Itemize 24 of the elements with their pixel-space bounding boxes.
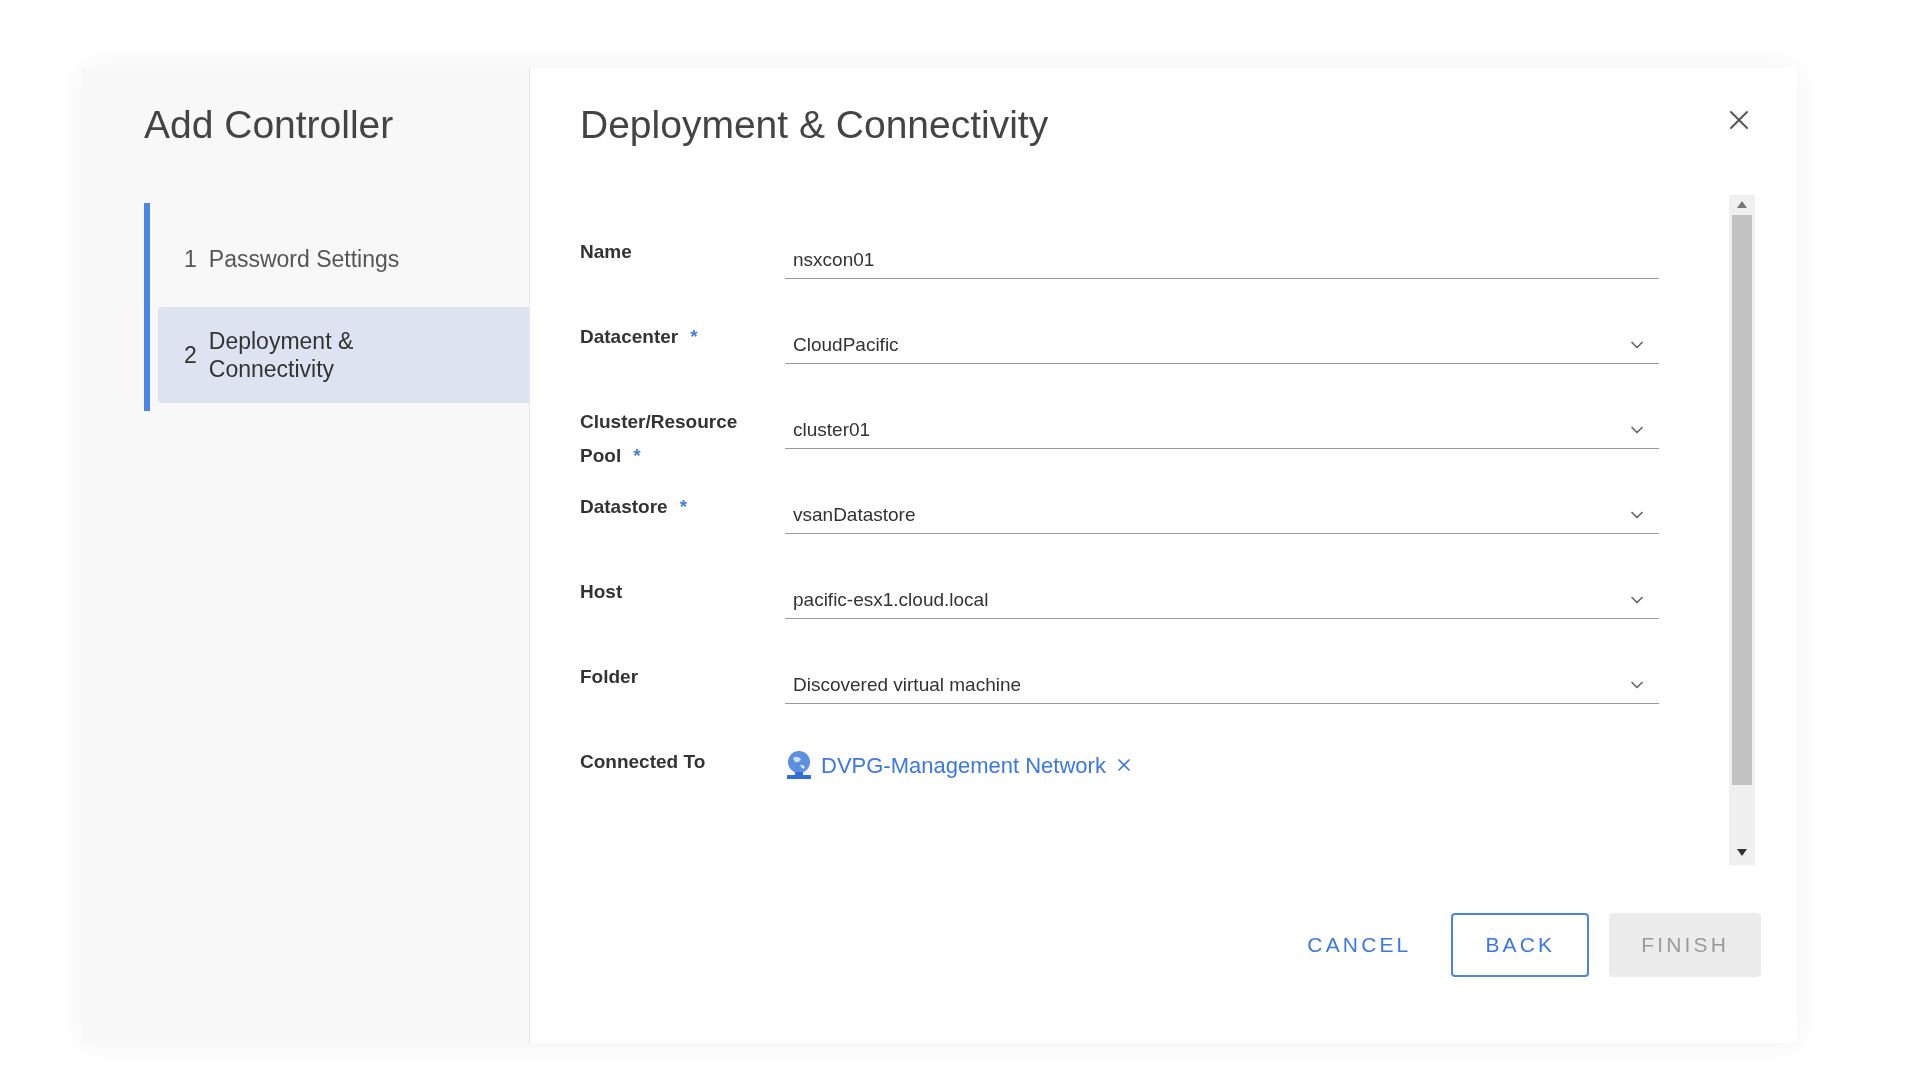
wizard-step[interactable]: 1 Password Settings	[158, 210, 529, 307]
select-field[interactable]: CloudPacific	[785, 327, 1659, 364]
scroll-up-icon[interactable]	[1737, 201, 1747, 208]
select-field[interactable]: vsanDatastore	[785, 497, 1659, 534]
field-label: Host	[580, 579, 623, 604]
field-label: Folder	[580, 664, 639, 689]
input-field[interactable]: nsxcon01	[785, 242, 1659, 279]
select-field[interactable]: Discovered virtual machine	[785, 667, 1659, 704]
field-label: Datastore *	[580, 494, 688, 519]
field-label: Cluster/Resource Pool *	[580, 409, 739, 468]
page-title: Deployment & Connectivity	[580, 102, 1049, 148]
field-label: Datacenter *	[580, 324, 698, 349]
scroll-thumb[interactable]	[1732, 214, 1752, 785]
scroll-down-icon[interactable]	[1737, 849, 1747, 856]
select-field[interactable]: cluster01	[785, 412, 1659, 449]
dialog-button[interactable]: BACK	[1451, 912, 1590, 977]
network-globe-icon	[785, 750, 813, 780]
scrollbar[interactable]	[1729, 194, 1755, 865]
field-label: Connected To	[580, 749, 706, 774]
select-field[interactable]: pacific-esx1.cloud.local	[785, 582, 1659, 619]
network-link[interactable]: DVPG-Management Network	[821, 748, 1106, 782]
wizard-title: Add Controller	[143, 102, 395, 148]
field-label: Name	[580, 239, 632, 264]
dialog-button[interactable]: CANCEL	[1287, 912, 1432, 977]
